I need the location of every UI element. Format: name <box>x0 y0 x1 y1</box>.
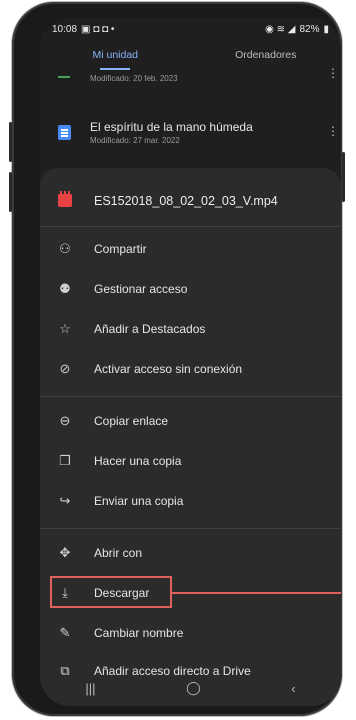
divider <box>40 396 341 397</box>
divider <box>40 226 341 227</box>
menu-item-label: Descargar <box>94 586 150 600</box>
menu-item-cambiar-nombre[interactable]: ✎ Cambiar nombre <box>40 618 341 648</box>
tab-mi-unidad[interactable]: Mi unidad <box>40 40 191 70</box>
open-with-icon: ✥ <box>59 545 71 560</box>
file-title: El espíritu de la mano húmeda <box>90 120 253 134</box>
menu-item-copiar-enlace[interactable]: ⊖ Copiar enlace <box>40 406 341 436</box>
minus-icon <box>58 76 70 78</box>
document-icon <box>58 125 71 140</box>
people-icon: ⚉ <box>59 281 71 296</box>
menu-item-enviar-copia[interactable]: ↪ Enviar una copia <box>40 486 341 516</box>
menu-item-label: Activar acceso sin conexión <box>94 362 243 376</box>
phone-frame: 10:08 ▣ ◘ ◘ • ◉ ≋ ◢ 82% ▮ Mi unidad Orde… <box>9 2 345 716</box>
more-options-icon[interactable]: ⋮ <box>327 125 339 140</box>
file-modified-date: Modificado: 20 feb. 2023 <box>90 74 178 83</box>
more-options-icon[interactable]: ⋮ <box>327 67 339 82</box>
actions-bottom-sheet: ES152018_08_02_02_03_V.mp4 ⚇ Compartir ⚉… <box>40 168 341 706</box>
rename-icon: ✎ <box>59 625 71 640</box>
divider <box>40 528 341 529</box>
sheet-header: ES152018_08_02_02_03_V.mp4 <box>40 188 341 216</box>
menu-item-label: Hacer una copia <box>94 454 182 468</box>
power-button <box>342 152 345 202</box>
menu-item-hacer-copia[interactable]: ❐ Hacer una copia <box>40 446 341 476</box>
add-person-icon: ⚇ <box>59 241 71 256</box>
menu-item-label: Copiar enlace <box>94 414 169 428</box>
menu-item-gestionar-acceso[interactable]: ⚉ Gestionar acceso <box>40 274 341 304</box>
menu-item-label: Abrir con <box>94 546 143 560</box>
system-nav-bar: ||| ◯ ‹ <box>40 670 341 706</box>
callout-line <box>172 592 341 594</box>
video-file-icon <box>58 191 72 207</box>
menu-item-label: Añadir a Destacados <box>94 322 206 336</box>
menu-item-abrir-con[interactable]: ✥ Abrir con <box>40 538 341 568</box>
status-bar: 10:08 ▣ ◘ ◘ • ◉ ≋ ◢ 82% ▮ <box>40 18 341 40</box>
menu-item-sin-conexion[interactable]: ⊘ Activar acceso sin conexión <box>40 354 341 384</box>
copy-icon: ❐ <box>59 453 71 468</box>
link-icon: ⊖ <box>59 413 71 428</box>
volume-button <box>9 122 12 162</box>
file-row[interactable]: Modificado: 20 feb. 2023 ⋮ <box>40 67 341 92</box>
menu-item-descargar[interactable]: ⤓ Descargar <box>40 576 341 608</box>
volume-button <box>9 172 12 212</box>
file-row[interactable]: El espíritu de la mano húmeda Modificado… <box>40 120 341 160</box>
recent-apps-icon[interactable]: ||| <box>85 681 95 696</box>
back-icon[interactable]: ‹ <box>291 681 295 696</box>
menu-item-destacados[interactable]: ☆ Añadir a Destacados <box>40 314 341 344</box>
menu-item-label: Cambiar nombre <box>94 626 184 640</box>
download-icon: ⤓ <box>62 585 68 600</box>
battery-icon: ▮ <box>323 23 329 35</box>
screen: 10:08 ▣ ◘ ◘ • ◉ ≋ ◢ 82% ▮ Mi unidad Orde… <box>40 18 341 706</box>
offline-icon: ⊘ <box>59 361 71 376</box>
menu-item-compartir[interactable]: ⚇ Compartir <box>40 234 341 264</box>
menu-item-label: Gestionar acceso <box>94 282 188 296</box>
file-modified-date: Modificado: 27 mar. 2022 <box>90 136 180 145</box>
battery-level: 82% <box>299 23 320 35</box>
status-time: 10:08 <box>52 23 78 35</box>
send-copy-icon: ↪ <box>59 493 71 508</box>
home-icon[interactable]: ◯ <box>186 680 201 696</box>
menu-item-label: Compartir <box>94 242 147 256</box>
notification-icons: ▣ ◘ ◘ • <box>81 23 115 35</box>
sheet-file-name: ES152018_08_02_02_03_V.mp4 <box>94 194 278 208</box>
star-icon: ☆ <box>59 321 71 336</box>
tab-ordenadores[interactable]: Ordenadores <box>191 40 342 70</box>
drive-tabs: Mi unidad Ordenadores <box>40 40 341 70</box>
menu-item-label: Enviar una copia <box>94 494 184 508</box>
signal-icons: ◉ ≋ ◢ <box>265 23 296 35</box>
